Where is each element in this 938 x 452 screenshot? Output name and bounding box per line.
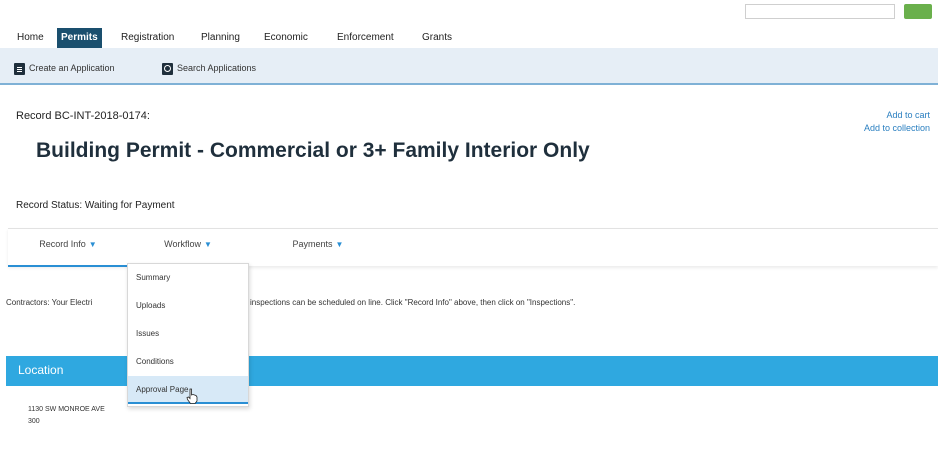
tab-home[interactable]: Home xyxy=(13,28,48,48)
location-title: Location xyxy=(18,363,64,377)
main-navigation: Home Permits Registration Planning Econo… xyxy=(0,24,938,48)
sub-navigation: Create an Application Search Application… xyxy=(0,48,938,85)
contractor-notice-start: Contractors: Your Electri xyxy=(6,298,93,307)
create-application-link[interactable]: Create an Application xyxy=(14,60,115,76)
chevron-down-icon: ▼ xyxy=(88,240,97,249)
global-search-button[interactable] xyxy=(904,4,932,19)
tab-permits[interactable]: Permits xyxy=(57,28,102,48)
search-icon xyxy=(162,62,173,75)
chevron-down-icon: ▼ xyxy=(335,240,344,249)
search-applications-link[interactable]: Search Applications xyxy=(162,60,256,76)
tab-workflow[interactable]: Workflow ▼ xyxy=(128,229,248,267)
menu-item-conditions[interactable]: Conditions xyxy=(128,348,248,376)
search-applications-label: Search Applications xyxy=(177,63,257,73)
global-search-input[interactable] xyxy=(745,4,895,19)
tab-enforcement[interactable]: Enforcement xyxy=(333,28,398,48)
document-icon xyxy=(14,62,25,75)
tab-registration[interactable]: Registration xyxy=(117,28,178,48)
add-to-collection-link[interactable]: Add to collection xyxy=(864,123,930,133)
address-line-1: 1130 SW MONROE AVE xyxy=(28,406,105,413)
tab-payments[interactable]: Payments ▼ xyxy=(258,229,378,267)
add-to-cart-link[interactable]: Add to cart xyxy=(886,110,930,120)
hand-cursor-icon xyxy=(186,388,198,404)
menu-item-summary[interactable]: Summary xyxy=(128,264,248,292)
menu-item-uploads[interactable]: Uploads xyxy=(128,292,248,320)
chevron-down-icon: ▼ xyxy=(203,240,212,249)
tab-workflow-label: Workflow xyxy=(164,239,201,249)
address-line-2: 300 xyxy=(28,418,40,425)
tab-planning[interactable]: Planning xyxy=(197,28,244,48)
record-id: Record BC-INT-2018-0174: xyxy=(16,110,150,122)
location-address: 1130 SW MONROE AVE 300 xyxy=(28,404,105,428)
page-title: Building Permit - Commercial or 3+ Famil… xyxy=(36,139,590,162)
record-header: Record BC-INT-2018-0174: Add to cart Add… xyxy=(8,98,930,228)
create-application-label: Create an Application xyxy=(29,63,115,73)
tab-record-info-label: Record Info xyxy=(39,239,86,249)
workflow-dropdown-menu: Summary Uploads Issues Conditions Approv… xyxy=(127,263,249,407)
contractor-notice-end: inspections can be scheduled on line. Cl… xyxy=(250,298,576,307)
record-tabs: Record Info ▼ Workflow ▼ Payments ▼ xyxy=(8,228,938,267)
menu-item-issues[interactable]: Issues xyxy=(128,320,248,348)
tab-record-info[interactable]: Record Info ▼ xyxy=(8,229,128,267)
tab-economic[interactable]: Economic xyxy=(260,28,312,48)
top-utility-bar xyxy=(0,0,938,22)
tab-grants[interactable]: Grants xyxy=(418,28,456,48)
record-status: Record Status: Waiting for Payment xyxy=(16,200,175,211)
tab-payments-label: Payments xyxy=(292,239,333,249)
